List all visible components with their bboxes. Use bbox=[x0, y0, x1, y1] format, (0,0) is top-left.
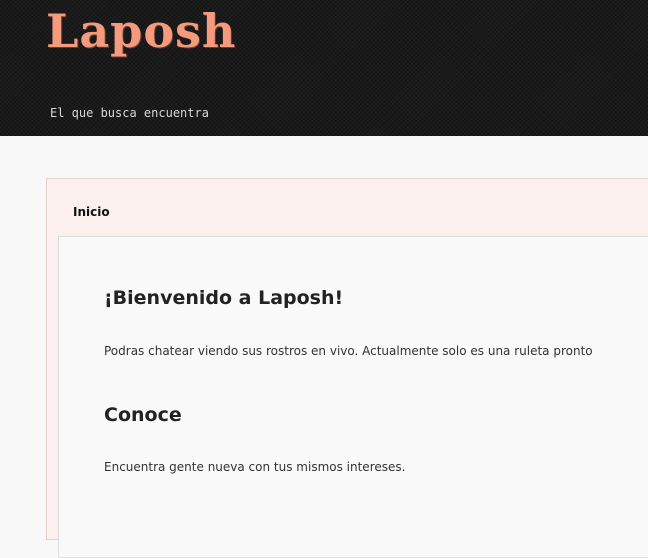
site-logo[interactable]: Laposh bbox=[46, 4, 236, 58]
tab-inicio[interactable]: Inicio bbox=[73, 205, 110, 219]
site-tagline: El que busca encuentra bbox=[50, 106, 209, 120]
meet-text: Encuentra gente nueva con tus mismos int… bbox=[104, 460, 406, 474]
welcome-text: Podras chatear viendo sus rostros en viv… bbox=[104, 344, 593, 358]
site-header: Laposh El que busca encuentra bbox=[0, 0, 648, 136]
meet-heading: Conoce bbox=[104, 404, 182, 426]
content-area: ¡Bienvenido a Laposh! Podras chatear vie… bbox=[58, 236, 648, 558]
main-panel: Inicio ¡Bienvenido a Laposh! Podras chat… bbox=[46, 178, 648, 558]
welcome-heading: ¡Bienvenido a Laposh! bbox=[104, 287, 344, 309]
